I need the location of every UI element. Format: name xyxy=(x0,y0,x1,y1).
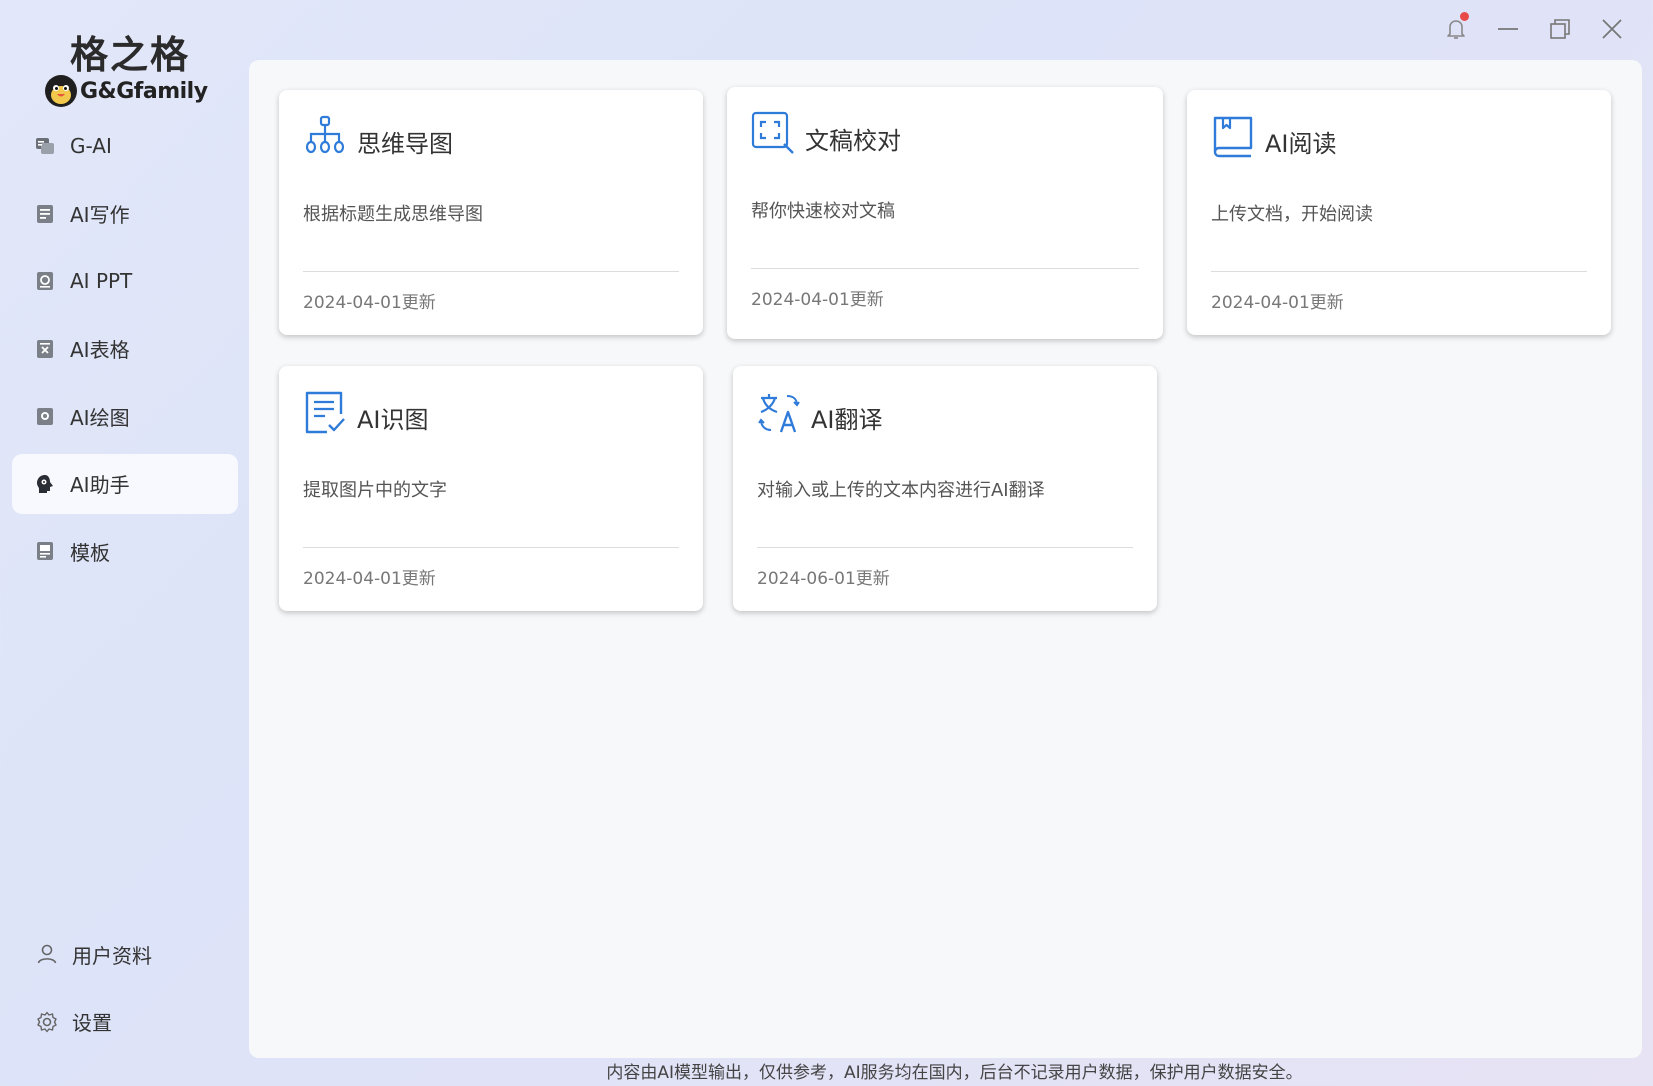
notification-button[interactable] xyxy=(1441,12,1471,44)
card-description: 上传文档，开始阅读 xyxy=(1211,204,1373,225)
painting-icon xyxy=(37,408,53,425)
sidebar-item-settings[interactable]: 设置 xyxy=(12,992,238,1052)
sidebar-item-template[interactable]: 模板 xyxy=(12,521,238,581)
sidebar-item-label: G-AI xyxy=(70,134,112,158)
sidebar-item-ai-ppt[interactable]: AI PPT xyxy=(12,251,238,311)
close-button[interactable] xyxy=(1597,14,1627,44)
notification-dot xyxy=(1460,12,1469,21)
card-divider xyxy=(757,547,1133,548)
sidebar-item-user-profile[interactable]: 用户资料 xyxy=(12,924,238,984)
card-title: AI阅读 xyxy=(1265,130,1337,158)
sidebar-item-g-ai[interactable]: G-AI xyxy=(12,116,238,176)
card-mindmap[interactable]: 思维导图 根据标题生成思维导图 2024-04-01更新 xyxy=(279,90,703,335)
gear-icon xyxy=(37,1011,57,1032)
card-description: 根据标题生成思维导图 xyxy=(303,204,483,225)
card-ai-image-recognition[interactable]: AI识图 提取图片中的文字 2024-04-01更新 xyxy=(279,366,703,611)
logo-chinese-name: 格之格 xyxy=(70,32,191,77)
restore-icon xyxy=(1550,19,1570,39)
card-divider xyxy=(751,268,1139,269)
user-icon xyxy=(37,944,57,964)
sidebar-item-ai-painting[interactable]: AI绘图 xyxy=(12,386,238,446)
card-title: AI翻译 xyxy=(811,406,883,434)
assistant-icon xyxy=(37,474,53,493)
minimize-icon xyxy=(1498,28,1518,30)
card-title: 文稿校对 xyxy=(805,127,901,155)
card-title: 思维导图 xyxy=(357,130,453,158)
window-controls xyxy=(1419,12,1627,44)
card-update-date: 2024-06-01更新 xyxy=(757,569,890,589)
card-description: 对输入或上传的文本内容进行AI翻译 xyxy=(757,480,1045,501)
card-divider xyxy=(303,547,679,548)
card-divider xyxy=(1211,271,1587,272)
maximize-button[interactable] xyxy=(1545,14,1575,44)
card-description: 帮你快速校对文稿 xyxy=(751,201,895,222)
translate-icon xyxy=(758,394,800,433)
logo-brand-text: G&Gfamily xyxy=(80,78,208,104)
sidebar-nav: G-AI AI写作 AI PPT AI表格 AI绘图 AI助手 模板 xyxy=(12,116,238,589)
logo-english-name: G&Gfamily xyxy=(44,74,208,108)
book-icon xyxy=(1213,116,1253,158)
card-description: 提取图片中的文字 xyxy=(303,480,447,501)
card-ai-translation[interactable]: AI翻译 对输入或上传的文本内容进行AI翻译 2024-06-01更新 xyxy=(733,366,1157,611)
footer-notice: 内容由AI模型输出，仅供参考，AI服务均在国内，后台不记录用户数据，保护用户数据… xyxy=(606,1063,1303,1083)
penguin-logo-icon xyxy=(45,75,77,107)
ppt-icon xyxy=(37,272,53,290)
template-icon xyxy=(37,542,53,560)
main-panel: 思维导图 根据标题生成思维导图 2024-04-01更新 文稿校对 帮你快速校对… xyxy=(249,60,1642,1058)
close-icon xyxy=(1602,19,1622,39)
table-icon xyxy=(37,339,53,358)
mindmap-icon xyxy=(305,115,345,154)
sidebar-item-label: 用户资料 xyxy=(72,943,152,968)
minimize-button[interactable] xyxy=(1493,14,1523,44)
card-title: AI识图 xyxy=(357,406,429,434)
sidebar-item-label: 设置 xyxy=(72,1011,112,1035)
sidebar-item-ai-assistant[interactable]: AI助手 xyxy=(12,453,238,514)
sidebar-item-label: 模板 xyxy=(70,540,110,565)
card-update-date: 2024-04-01更新 xyxy=(1211,293,1344,313)
sidebar-item-label: AI写作 xyxy=(70,203,130,227)
sidebar-item-label: AI绘图 xyxy=(70,405,130,430)
card-update-date: 2024-04-01更新 xyxy=(303,293,436,313)
card-divider xyxy=(303,271,679,272)
card-proofread[interactable]: 文稿校对 帮你快速校对文稿 2024-04-01更新 xyxy=(727,87,1163,339)
sidebar-item-label: AI助手 xyxy=(70,473,130,497)
sidebar-item-ai-writing[interactable]: AI写作 xyxy=(12,184,238,244)
image-text-icon xyxy=(305,391,345,434)
sidebar-item-label: AI PPT xyxy=(70,269,133,293)
card-update-date: 2024-04-01更新 xyxy=(751,290,884,310)
sidebar-bottom-nav: 用户资料 设置 xyxy=(12,924,238,1059)
sidebar-item-ai-table[interactable]: AI表格 xyxy=(12,319,238,379)
proofread-icon xyxy=(751,111,794,154)
writing-icon xyxy=(37,204,53,223)
sidebar-item-label: AI表格 xyxy=(70,338,130,362)
card-ai-reading[interactable]: AI阅读 上传文档，开始阅读 2024-04-01更新 xyxy=(1187,90,1611,335)
card-update-date: 2024-04-01更新 xyxy=(303,569,436,589)
chat-icon xyxy=(36,138,54,154)
